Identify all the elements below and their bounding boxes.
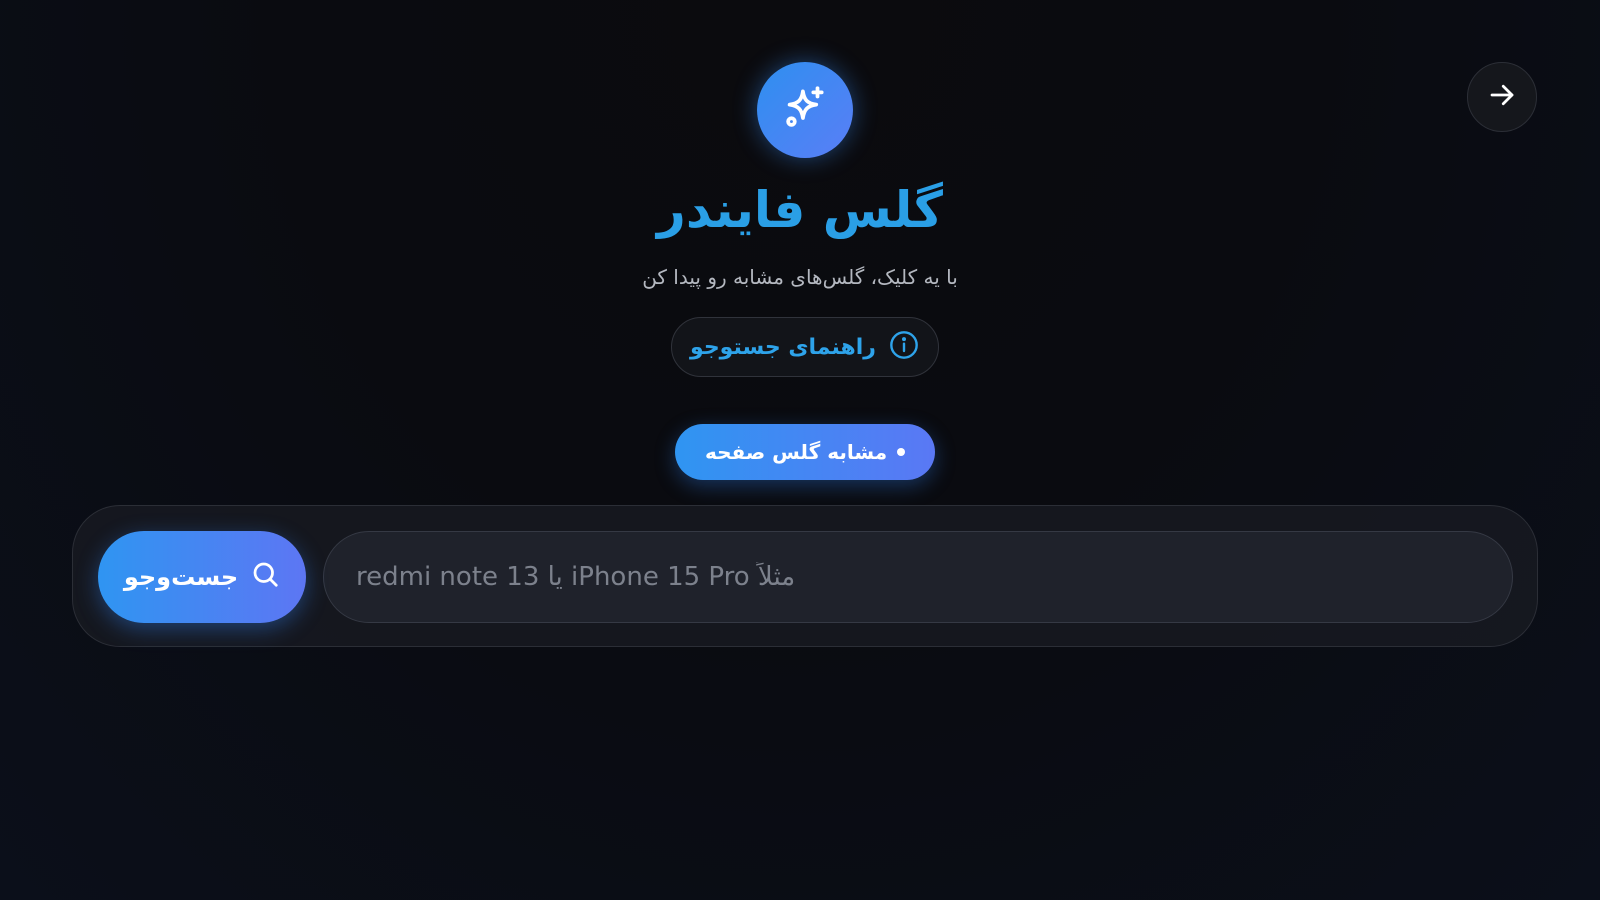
search-panel: جست‌وجو (72, 505, 1538, 647)
search-button[interactable]: جست‌وجو (98, 531, 306, 623)
app-logo (757, 62, 853, 158)
page-subtitle: با یه کلیک، گلس‌های مشابه رو پیدا کن (642, 265, 958, 289)
chip-dot (897, 448, 906, 456)
similar-glass-chip[interactable]: مشابه گلس صفحه (675, 424, 935, 480)
arrow-right-icon (1487, 80, 1517, 114)
page-title: گلس فایندر (657, 181, 943, 239)
search-icon (250, 559, 280, 595)
sparkles-icon (780, 83, 830, 137)
chip-label: مشابه گلس صفحه (704, 440, 888, 464)
search-guide-label: راهنمای جستوجو (690, 334, 876, 360)
search-button-label: جست‌وجو (123, 563, 239, 591)
search-guide-button[interactable]: راهنمای جستوجو (671, 317, 939, 377)
back-button[interactable] (1467, 62, 1537, 132)
info-icon (888, 329, 920, 365)
search-input[interactable] (323, 531, 1513, 623)
